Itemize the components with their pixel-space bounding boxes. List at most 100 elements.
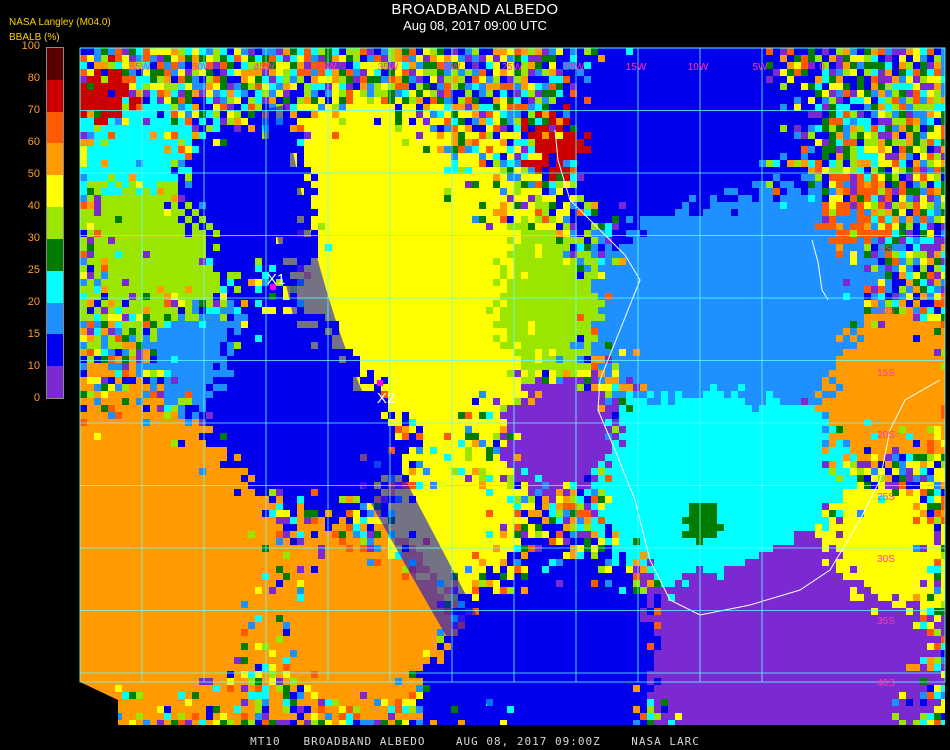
- albedo-cell: [297, 76, 304, 83]
- albedo-cell: [815, 132, 822, 139]
- albedo-cell: [535, 97, 542, 104]
- albedo-cell: [689, 251, 696, 258]
- albedo-cell: [941, 146, 945, 153]
- albedo-cell: [227, 48, 234, 55]
- albedo-cell: [738, 321, 745, 328]
- albedo-cell: [913, 293, 920, 300]
- albedo-cell: [206, 174, 213, 181]
- albedo-cell: [521, 111, 528, 118]
- albedo-cell: [381, 314, 388, 321]
- albedo-cell: [297, 125, 304, 132]
- albedo-cell: [913, 272, 920, 279]
- albedo-cell: [892, 251, 899, 258]
- albedo-cell: [654, 293, 661, 300]
- albedo-cell: [535, 104, 542, 111]
- albedo-cell: [689, 258, 696, 265]
- albedo-cell: [773, 209, 780, 216]
- albedo-cell: [80, 174, 87, 181]
- albedo-cell: [213, 258, 220, 265]
- albedo-cell: [234, 139, 241, 146]
- albedo-cell: [486, 174, 493, 181]
- albedo-cell: [353, 146, 360, 153]
- albedo-cell: [934, 76, 941, 83]
- albedo-cell: [206, 258, 213, 265]
- albedo-cell: [360, 181, 367, 188]
- albedo-cell: [87, 307, 94, 314]
- albedo-cell: [150, 118, 157, 125]
- albedo-cell: [115, 237, 122, 244]
- albedo-cell: [920, 55, 927, 62]
- albedo-cell: [682, 223, 689, 230]
- albedo-cell: [934, 230, 941, 237]
- albedo-cell: [563, 258, 570, 265]
- albedo-cell: [780, 125, 787, 132]
- albedo-cell: [423, 188, 430, 195]
- albedo-cell: [178, 90, 185, 97]
- albedo-cell: [143, 48, 150, 55]
- albedo-cell: [213, 223, 220, 230]
- albedo-cell: [129, 300, 136, 307]
- albedo-cell: [500, 132, 507, 139]
- albedo-cell: [297, 62, 304, 69]
- albedo-cell: [353, 139, 360, 146]
- albedo-cell: [640, 202, 647, 209]
- albedo-cell: [892, 321, 899, 328]
- albedo-cell: [605, 279, 612, 286]
- albedo-cell: [941, 237, 945, 244]
- albedo-cell: [696, 258, 703, 265]
- albedo-cell: [689, 195, 696, 202]
- albedo-cell: [486, 300, 493, 307]
- albedo-cell: [899, 90, 906, 97]
- albedo-cell: [682, 272, 689, 279]
- albedo-cell: [598, 279, 605, 286]
- albedo-cell: [87, 328, 94, 335]
- albedo-cell: [906, 216, 913, 223]
- albedo-cell: [164, 188, 171, 195]
- albedo-cell: [906, 237, 913, 244]
- albedo-cell: [122, 328, 129, 335]
- albedo-cell: [227, 223, 234, 230]
- albedo-cell: [206, 272, 213, 279]
- albedo-cell: [157, 237, 164, 244]
- albedo-cell: [353, 293, 360, 300]
- albedo-cell: [255, 223, 262, 230]
- albedo-cell: [577, 188, 584, 195]
- albedo-cell: [374, 314, 381, 321]
- albedo-cell: [213, 286, 220, 293]
- albedo-cell: [871, 258, 878, 265]
- albedo-cell: [458, 202, 465, 209]
- albedo-cell: [675, 307, 682, 314]
- albedo-cell: [661, 139, 668, 146]
- albedo-cell: [423, 293, 430, 300]
- albedo-cell: [101, 300, 108, 307]
- albedo-cell: [199, 321, 206, 328]
- albedo-cell: [297, 139, 304, 146]
- albedo-cell: [843, 76, 850, 83]
- albedo-cell: [122, 146, 129, 153]
- albedo-cell: [836, 146, 843, 153]
- albedo-cell: [885, 265, 892, 272]
- albedo-cell: [283, 55, 290, 62]
- albedo-cell: [94, 83, 101, 90]
- albedo-cell: [528, 307, 535, 314]
- albedo-cell: [563, 132, 570, 139]
- albedo-cell: [395, 104, 402, 111]
- albedo-cell: [227, 300, 234, 307]
- albedo-cell: [192, 181, 199, 188]
- albedo-cell: [283, 307, 290, 314]
- albedo-cell: [535, 174, 542, 181]
- albedo-cell: [808, 104, 815, 111]
- albedo-cell: [836, 293, 843, 300]
- albedo-cell: [220, 195, 227, 202]
- albedo-cell: [787, 300, 794, 307]
- albedo-cell: [220, 48, 227, 55]
- albedo-cell: [920, 76, 927, 83]
- albedo-cell: [584, 181, 591, 188]
- albedo-cell: [465, 230, 472, 237]
- albedo-cell: [87, 76, 94, 83]
- albedo-cell: [255, 132, 262, 139]
- albedo-cell: [822, 258, 829, 265]
- albedo-cell: [220, 258, 227, 265]
- albedo-cell: [381, 97, 388, 104]
- albedo-cell: [864, 104, 871, 111]
